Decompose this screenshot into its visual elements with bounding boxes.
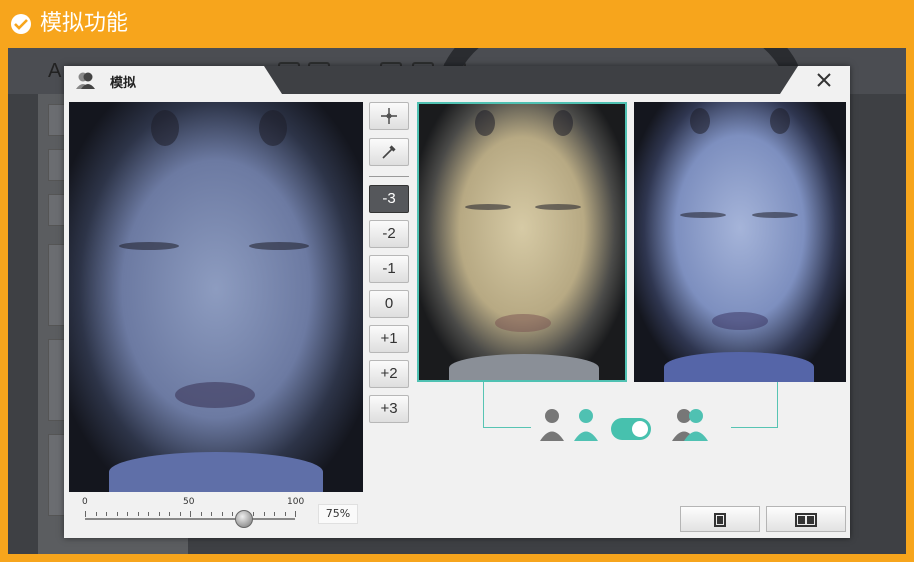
banner-title: 模拟功能	[40, 11, 129, 36]
opacity-slider: 0 50 100 75%	[69, 492, 363, 532]
level-button[interactable]: +3	[369, 395, 409, 423]
close-icon[interactable]	[812, 68, 836, 92]
level-button[interactable]: -1	[369, 255, 409, 283]
slider-max-label: 100	[287, 497, 305, 507]
slider-tick	[253, 512, 254, 516]
level-button[interactable]: 0	[369, 290, 409, 318]
crosshair-button[interactable]	[369, 102, 409, 130]
simulation-dialog: 模拟 -3 -2 -1 0 +1 +2 +3 0 50 100 75%	[64, 66, 850, 538]
background-toolbar-letter: A	[48, 60, 62, 82]
slider-mid-label: 50	[183, 497, 195, 507]
eyebrow	[249, 242, 309, 250]
level-button[interactable]: -3	[369, 185, 409, 213]
split-view-button[interactable]	[766, 506, 846, 532]
close-tab	[798, 66, 850, 94]
slider-tick	[274, 512, 275, 516]
dialog-titlebar: 模拟	[64, 66, 850, 94]
level-button[interactable]: +2	[369, 360, 409, 388]
headgear-sensor	[259, 110, 287, 146]
slider-tick	[116, 512, 118, 516]
chin-rest	[449, 354, 599, 380]
side-by-side-people-icon	[540, 409, 598, 441]
slider-tick	[127, 512, 128, 516]
chin-rest	[109, 452, 323, 492]
lips	[712, 312, 768, 330]
lips	[175, 382, 255, 408]
connector-line	[483, 427, 531, 428]
slider-tick	[232, 512, 233, 516]
connector-line	[483, 382, 484, 428]
face-profile-icon	[76, 72, 95, 89]
slider-tick	[263, 512, 265, 516]
slider-tick	[137, 512, 139, 516]
slider-tick	[221, 512, 223, 516]
chin-rest	[664, 352, 814, 382]
eyebrow	[119, 242, 179, 250]
slider-tick	[169, 512, 170, 516]
connector-line	[731, 427, 778, 428]
eyebrow	[680, 212, 726, 218]
slider-tick	[295, 511, 296, 517]
connector-line	[777, 382, 778, 428]
tools-separator	[369, 176, 409, 177]
slider-tick	[106, 512, 107, 516]
slider-min-label: 0	[82, 497, 88, 507]
slider-tick	[148, 512, 149, 516]
level-button[interactable]: -2	[369, 220, 409, 248]
dialog-tab: 模拟	[64, 66, 264, 94]
headgear-sensor	[151, 110, 179, 146]
eyebrow	[465, 204, 511, 210]
slider-value: 75%	[318, 504, 358, 524]
slider-tick	[85, 511, 86, 517]
slider-tick	[179, 512, 181, 516]
headgear-sensor	[475, 110, 495, 136]
slider-tick	[158, 512, 160, 516]
close-tab-edge	[780, 66, 798, 94]
level-button[interactable]: +1	[369, 325, 409, 353]
lips	[495, 314, 551, 332]
slider-tick	[200, 512, 202, 516]
headgear-sensor	[770, 108, 790, 134]
eyebrow	[752, 212, 798, 218]
eyedropper-icon	[382, 145, 396, 159]
dialog-title: 模拟	[110, 76, 137, 91]
slider-track[interactable]	[85, 518, 295, 520]
tab-edge	[264, 66, 282, 94]
overlay-people-icon	[672, 409, 708, 441]
split-view-icon	[795, 513, 817, 527]
slider-tick	[284, 512, 286, 516]
slider-tick	[95, 512, 97, 516]
source-face-photo	[69, 102, 363, 492]
compare-toggle[interactable]	[611, 418, 651, 440]
slider-tick	[190, 511, 191, 517]
check-circle-icon	[11, 14, 31, 34]
single-view-icon	[714, 513, 726, 527]
title-banner: 模拟功能	[0, 0, 914, 48]
single-view-button[interactable]	[680, 506, 760, 532]
slider-thumb[interactable]	[234, 510, 253, 528]
headgear-sensor	[553, 110, 573, 136]
eyebrow	[535, 204, 581, 210]
crosshair-icon	[381, 108, 397, 124]
simulated-face-photo[interactable]	[634, 102, 846, 382]
eyedropper-button[interactable]	[369, 138, 409, 166]
original-face-photo[interactable]	[417, 102, 627, 382]
toggle-knob	[632, 421, 648, 437]
slider-tick	[211, 512, 212, 516]
headgear-sensor	[690, 108, 710, 134]
